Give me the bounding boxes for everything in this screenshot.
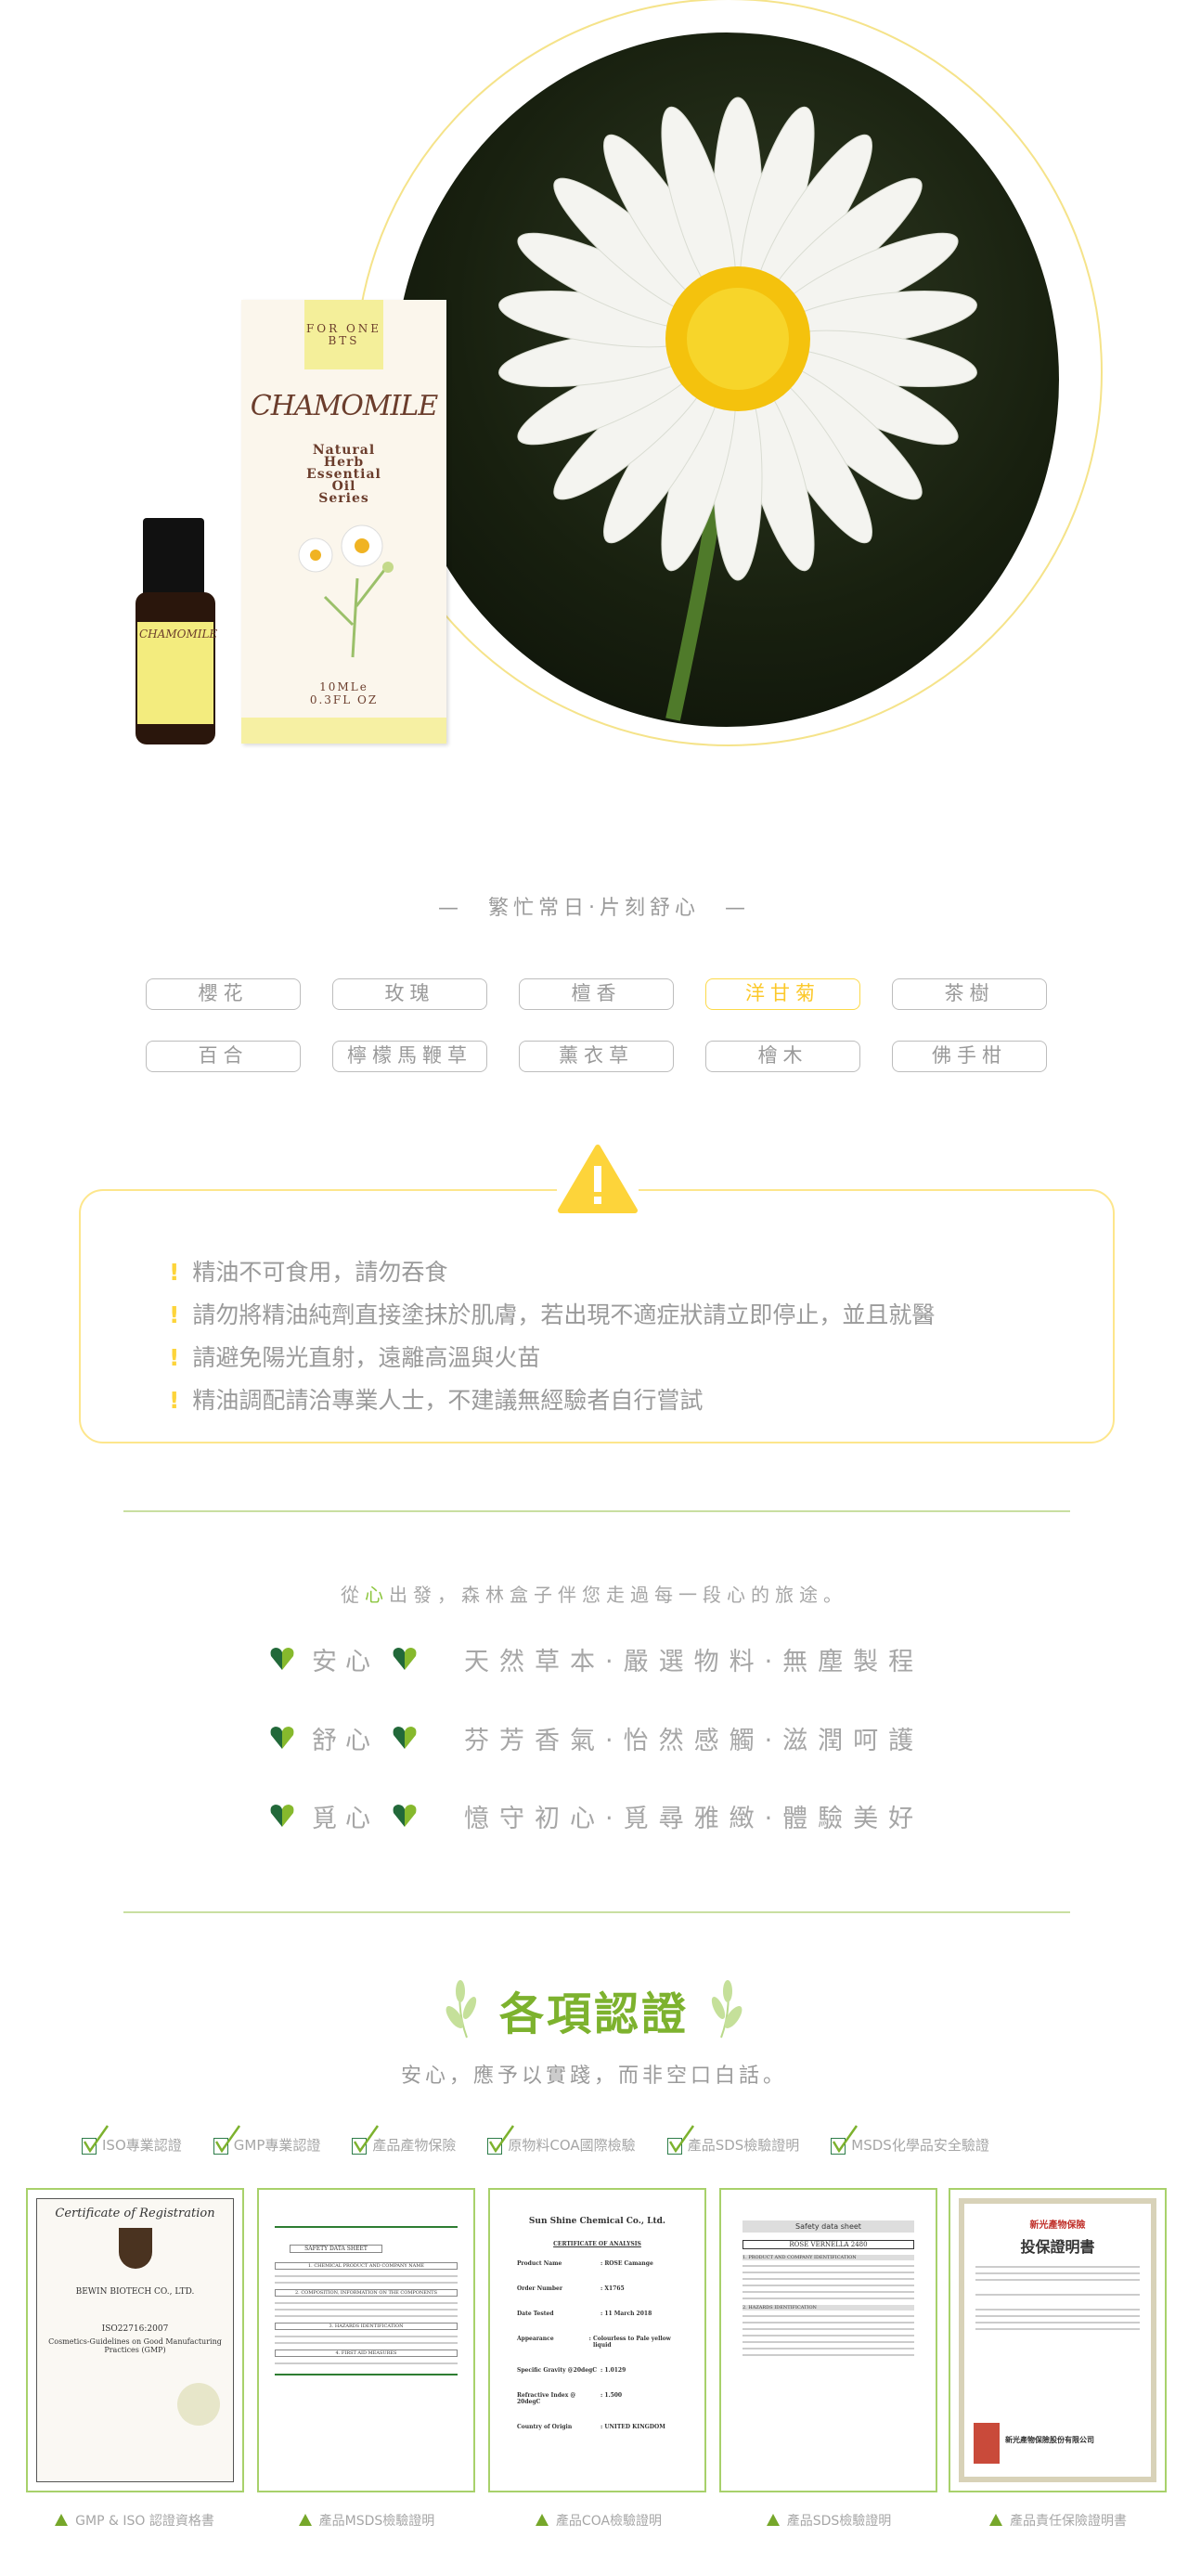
flower-illustration: [298, 524, 394, 658]
heart-icon: [269, 1647, 295, 1671]
product-name: CHAMOMILE: [250, 390, 438, 422]
scent-tag[interactable]: 檸檬馬鞭草: [332, 1041, 487, 1072]
product-bottle: CHAMOMILE: [136, 518, 217, 744]
brand-logo: FOR ONE BTS: [304, 300, 383, 369]
checkmark-icon: [668, 2125, 694, 2153]
cert-card-gmp-iso[interactable]: Certificate of Registration BEWIN BIOTEC…: [26, 2188, 244, 2492]
scent-tag[interactable]: 佛手柑: [892, 1041, 1047, 1072]
product-box: FOR ONE BTS CHAMOMILE Natural Herb Essenti…: [241, 300, 446, 744]
warning-item: ! 請勿將精油純劑直接塗抹於肌膚，若出現不適症狀請立即停止，並且就醫: [169, 1301, 936, 1328]
value-row: 安心 天然草本‧嚴選物料‧無塵製程: [269, 1640, 923, 1677]
checkmark-icon: [489, 2125, 515, 2153]
warning-box: ! 精油不可食用，請勿吞食 ! 請勿將精油純劑直接塗抹於肌膚，若出現不適症狀請立即停…: [79, 1189, 1115, 1443]
triangle-icon: [55, 2514, 69, 2526]
warning-item: ! 請避免陽光直射，遠離高溫與火苗: [169, 1344, 541, 1371]
checkmark-icon: [214, 2125, 240, 2153]
heart-icon: [392, 1804, 418, 1828]
triangle-icon: [766, 2514, 780, 2526]
warning-triangle-icon: [557, 1144, 639, 1214]
scent-tag[interactable]: 百合: [146, 1041, 301, 1072]
scent-tag[interactable]: 薰衣草: [519, 1041, 674, 1072]
triangle-icon: [298, 2514, 312, 2526]
tagline: — 繁忙常日‧片刻舒心 —: [438, 897, 750, 920]
heart-icon: [392, 1726, 418, 1750]
scent-tag[interactable]: 檀香: [519, 978, 674, 1010]
checkmark-icon: [833, 2125, 859, 2153]
intro-text: 從心出發，森林盒子伴您走過每一段心的旅途。: [341, 1584, 847, 1606]
section-divider: [123, 1911, 1070, 1913]
cert-check-item: 產品產物保險: [352, 2125, 456, 2155]
value-row: 覓心 憶守初心‧覓尋雅緻‧體驗美好: [269, 1797, 923, 1834]
cert-check-item: 原物料COA國際檢驗: [487, 2125, 636, 2155]
cert-caption: 產品MSDS檢驗證明: [251, 2511, 483, 2530]
chamomile-photo: [394, 32, 1059, 727]
triangle-icon: [989, 2514, 1002, 2526]
cert-check-item: GMP專業認證: [213, 2125, 320, 2155]
checkmark-icon: [84, 2125, 110, 2153]
leaf-icon: [711, 1980, 742, 2039]
scent-tag[interactable]: 檜木: [705, 1041, 860, 1072]
cert-check-item: ISO專業認證: [82, 2125, 182, 2155]
certifications-subtitle: 安心，應予以實踐，而非空口白話。: [400, 2065, 787, 2088]
product-volume: 10MLe 0.3FL OZ: [309, 680, 379, 706]
cert-check-item: 產品SDS檢驗證明: [666, 2125, 799, 2155]
cert-caption: 產品COA檢驗證明: [483, 2511, 715, 2530]
section-divider: [123, 1510, 1070, 1512]
cert-card-coa[interactable]: Sun Shine Chemical Co., Ltd. CERTIFICATE…: [488, 2188, 706, 2492]
heart-icon: [269, 1726, 295, 1750]
value-row: 舒心 芬芳香氣‧怡然感觸‧滋潤呵護: [269, 1719, 923, 1756]
checkmark-icon: [354, 2125, 380, 2153]
cert-card-sds[interactable]: Safety data sheet ROSE VERNELLA 2480 1. …: [719, 2188, 937, 2492]
heart-icon: [269, 1804, 295, 1828]
warning-item: ! 精油調配請洽專業人士，不建議無經驗者自行嘗試: [169, 1387, 704, 1414]
scent-tag[interactable]: 茶樹: [892, 978, 1047, 1010]
cert-caption: GMP & ISO 認證資格書: [19, 2511, 251, 2530]
cert-card-msds[interactable]: SAFETY DATA SHEET 1. CHEMICAL PRODUCT AN…: [257, 2188, 475, 2492]
warning-item: ! 精油不可食用，請勿吞食: [169, 1259, 448, 1286]
scent-tag[interactable]: 玫瑰: [332, 978, 487, 1010]
leaf-icon: [446, 1980, 477, 2039]
triangle-icon: [535, 2514, 549, 2526]
cert-check-item: MSDS化學品安全驗證: [831, 2125, 989, 2155]
cert-card-insurance[interactable]: 新光產物保險 投保證明書 新光產物保險股份有限公司: [949, 2188, 1167, 2492]
heart-icon: [392, 1647, 418, 1671]
cert-caption: 產品SDS檢驗證明: [713, 2511, 945, 2530]
cert-caption: 產品責任保險證明書: [942, 2511, 1174, 2530]
scent-tag[interactable]: 洋甘菊: [705, 978, 860, 1010]
certifications-header: 各項認證: [0, 1977, 1188, 2042]
certifications-title: 各項認證: [498, 1988, 689, 2040]
product-subtitle: Natural Herb Essential Oil Series: [306, 443, 381, 506]
scent-tag[interactable]: 櫻花: [146, 978, 301, 1010]
